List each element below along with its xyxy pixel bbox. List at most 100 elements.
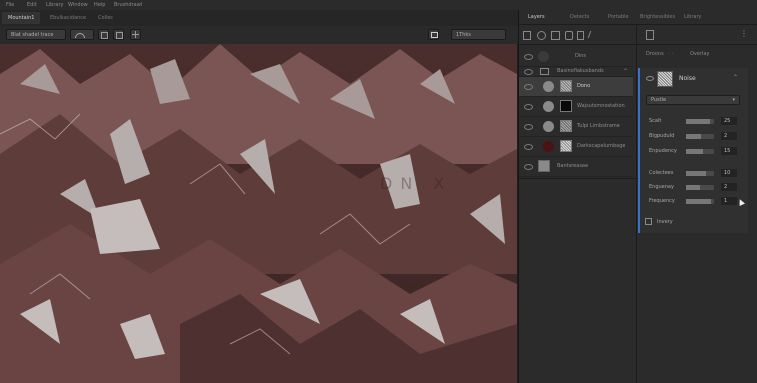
grid-icon [132,31,139,38]
add-layer-icon[interactable] [523,31,531,40]
menu-file[interactable]: File [6,2,14,8]
prop-value-scalt[interactable]: 25 [721,117,737,125]
tab-library[interactable]: Library [684,14,701,20]
tab-ebulkacidance[interactable]: Ebulkacidance [44,12,92,24]
tab-layers[interactable]: Layers [528,14,545,20]
layer-row-wajsutsmnostation[interactable]: Wajsutsmnostation [519,97,633,117]
prop-value-frequency[interactable]: 1 [721,197,737,205]
prop-slider-scalt[interactable] [686,119,714,124]
mask-icon[interactable] [537,31,546,40]
invert-label: Invery [657,219,673,225]
prop-value-colectees[interactable]: 10 [721,169,737,177]
view-mode-button[interactable] [428,29,439,40]
eye-icon[interactable] [524,54,533,60]
align-button[interactable] [98,29,109,40]
prop-label-enguenay: Enguenay [649,184,674,190]
layer-row-bantsreasae[interactable]: Bantsreasae [519,157,633,177]
tab-portable[interactable]: Portable [608,14,629,20]
layer-color-thumb [543,141,554,152]
layers-header-label: Dins [575,53,587,59]
prop-slider-enguenay[interactable] [686,185,714,190]
slider-fill [686,199,712,204]
props-tab-overlay[interactable]: Overlay [690,51,709,57]
layer-gray-thumb [538,160,550,172]
more-options-icon[interactable]: ⋮ [740,29,748,38]
square-icon [431,32,438,38]
adjust-icon[interactable] [551,31,560,40]
menu-window[interactable]: Window [68,2,88,8]
eye-icon[interactable] [524,144,533,150]
grid-button[interactable] [130,29,141,40]
brush-icon[interactable] [587,31,598,38]
layers-divider [518,44,638,45]
chevron-up-icon[interactable]: ⌃ [733,74,738,81]
eye-icon[interactable] [524,124,533,130]
props-title: Noise [679,75,696,82]
canvas-watermark: DN X [380,174,453,193]
layer-group-row[interactable]: Basinoflakusbands ⌃ [519,66,633,77]
frame-button[interactable] [113,29,124,40]
eye-icon[interactable] [646,76,654,81]
prop-slider-enpudency[interactable] [686,149,714,154]
group-folder-icon [540,68,549,75]
prop-value-enpudency[interactable]: 15 [721,147,737,155]
panel-split [636,25,637,383]
prop-label-colectees: Colectees [649,170,674,176]
prop-slider-frequency[interactable] [686,199,714,204]
slider-fill [686,149,703,154]
menu-brushdrawl[interactable]: Brushdrawl [114,2,142,8]
layer-name: Wajsutsmnostation [577,103,625,109]
prop-slider-bigpuduld[interactable] [686,134,714,139]
noise-type-select[interactable]: Pustle ▾ [646,95,740,105]
layer-row-darkscapelumbage[interactable]: Darkscapelumbage [519,137,633,157]
chevron-up-icon[interactable]: ⌃ [623,68,628,75]
menu-library[interactable]: Library [46,2,63,8]
tab-brightessibles[interactable]: Brightessibles [640,14,675,20]
prop-value-enguenay[interactable]: 2 [721,183,737,191]
panel-icon[interactable] [646,30,654,40]
brush-shape-select[interactable] [70,29,94,40]
eye-icon[interactable] [524,69,533,75]
menu-edit[interactable]: Edit [27,2,37,8]
menu-help[interactable]: Help [94,2,105,8]
layer-black-thumb [560,100,572,112]
layer-noise-thumb [560,140,572,152]
tab-detects[interactable]: Detects [570,14,589,20]
layer-name: Dono [577,83,591,89]
props-divider [638,44,757,45]
layer-name: Tulpi Limbstrame [577,123,620,129]
eye-icon[interactable] [524,104,533,110]
layer-noise-thumb [560,80,572,92]
layer-row-dono[interactable]: Dono [519,77,633,97]
eye-icon[interactable] [524,164,533,170]
brush-dome-icon [75,33,85,38]
prop-label-scalt: Scalt [649,118,662,124]
layer-mask-thumb [543,101,554,112]
layers-toolbar [523,30,633,40]
eye-icon[interactable] [524,84,533,90]
invert-checkbox[interactable] [645,218,652,225]
prop-label-frequency: Frequency [649,198,675,204]
canvas[interactable]: DN X [0,44,517,383]
dropdown-arrow-icon: ▾ [732,97,735,103]
frame-icon [116,32,123,39]
slider-fill [686,119,710,124]
fx-icon[interactable] [565,31,573,40]
prop-value-bigpuduld[interactable]: 2 [721,132,737,140]
brush-preset-select[interactable]: Blat shadel trace [6,29,66,40]
layers-header-row[interactable]: Dins [519,47,633,67]
layer-name: Darkscapelumbage [577,143,626,149]
layer-row-tulpi-limbstrame[interactable]: Tulpi Limbstrame [519,117,633,137]
props-tab-marker: ‹ › [668,51,674,57]
prop-slider-colectees[interactable] [686,171,714,176]
zoom-select[interactable]: 1Thks [451,29,506,40]
layers-bottom-divider [518,178,638,179]
layer-name: Bantsreasae [557,163,589,169]
tab-collec[interactable]: Collec [92,12,119,24]
layer-mask-thumb [543,81,554,92]
tab-mountain1[interactable]: Mountain1 [2,12,41,24]
lock-icon[interactable] [577,31,584,40]
blank-thumb [538,51,549,62]
layer-noise-thumb [560,120,572,132]
props-tab-droons[interactable]: Droons [646,51,664,57]
